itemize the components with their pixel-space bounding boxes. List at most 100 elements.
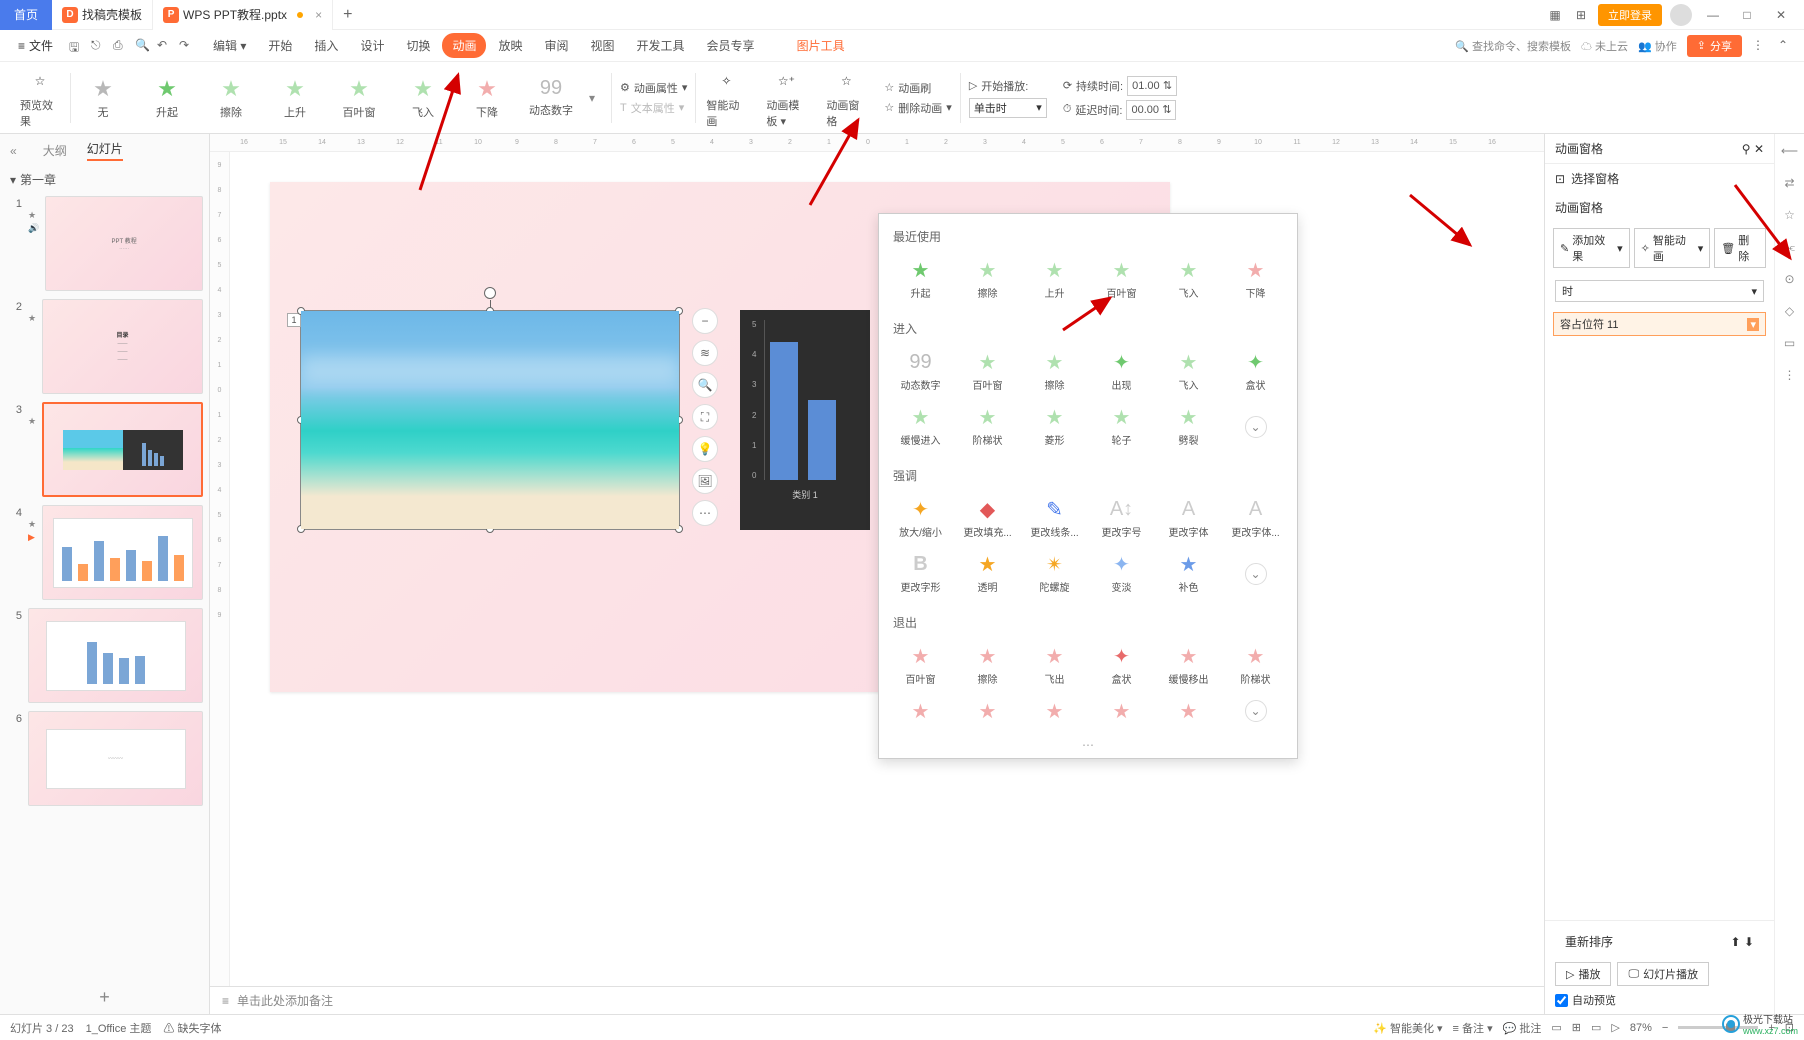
maximize-button[interactable]: □ (1734, 8, 1760, 22)
search-command[interactable]: 🔍 查找命令、搜索模板 (1455, 38, 1571, 54)
redo-icon[interactable]: ↷ (179, 38, 195, 54)
close-button[interactable]: ✕ (1768, 8, 1794, 22)
animation-list-item[interactable]: 容占位符 11▾ (1553, 312, 1766, 336)
effect-line[interactable]: ✎更改线条... (1021, 494, 1088, 543)
thumbnail-5[interactable] (28, 608, 203, 703)
rotate-handle[interactable] (484, 287, 496, 299)
exit-stairs[interactable]: ★阶梯状 (1222, 641, 1289, 690)
anim-numbers[interactable]: 99动态数字 (525, 78, 577, 118)
strip-settings-icon[interactable]: ⟵ (1781, 142, 1799, 160)
effect-fontsize[interactable]: A↕更改字号 (1088, 494, 1155, 543)
anim-flyin[interactable]: ★飞入 (397, 76, 449, 120)
home-tab[interactable]: 首页 (0, 0, 52, 30)
menu-transition[interactable]: 切换 (396, 33, 440, 58)
view-reading-icon[interactable]: ▭ (1591, 1021, 1601, 1034)
add-effect-button[interactable]: ✎ 添加效果 ▾ (1553, 228, 1630, 268)
exit-blinds[interactable]: ★百叶窗 (887, 641, 954, 690)
anim-wipe[interactable]: ★擦除 (205, 76, 257, 120)
export-icon[interactable]: ⎋ (91, 38, 107, 54)
zoom-icon[interactable]: 🔍 (692, 372, 718, 398)
file-menu[interactable]: ≡ 文件 (10, 37, 61, 54)
slide-canvas[interactable]: 1 − (270, 182, 1170, 692)
strip-anim-icon[interactable]: ☆ (1781, 206, 1799, 224)
collapse-icon[interactable]: « (10, 144, 17, 158)
thumbnail-6[interactable]: 〰〰〰 (28, 711, 203, 806)
login-button[interactable]: 立即登录 (1598, 4, 1662, 26)
effect-rise[interactable]: ★升起 (887, 255, 954, 304)
tab-document[interactable]: P WPS PPT教程.pptx × (153, 0, 333, 30)
effect-numbers[interactable]: 99动态数字 (887, 347, 954, 396)
more-tool-icon[interactable]: ⋯ (692, 500, 718, 526)
menu-view[interactable]: 视图 (581, 33, 625, 58)
effect-fontshape[interactable]: B更改字形 (887, 549, 954, 598)
avatar[interactable] (1670, 4, 1692, 26)
share-button[interactable]: ⇪ 分享 (1687, 35, 1742, 57)
delete-effect-button[interactable]: 🗑 删除 (1714, 228, 1766, 268)
anim-rise[interactable]: ★升起 (141, 76, 193, 120)
exit-wipe[interactable]: ★擦除 (954, 641, 1021, 690)
collapse-ribbon-icon[interactable]: ⌃ (1778, 38, 1794, 54)
missing-font-warn[interactable]: ⚠ 缺失字体 (163, 1020, 221, 1036)
effect-appear[interactable]: ✦出现 (1088, 347, 1155, 396)
chapter-heading[interactable]: ▾ 第一章 (0, 167, 209, 192)
notes-placeholder[interactable]: 单击此处添加备注 (237, 992, 333, 1009)
replace-icon[interactable]: 🖼 (692, 468, 718, 494)
layout-icon[interactable]: ▦ (1546, 6, 1564, 24)
delay-spinner[interactable]: 00.00⇅ (1126, 100, 1176, 120)
effect-fill[interactable]: ◆更改填充... (954, 494, 1021, 543)
more-icon[interactable]: ⋮ (1752, 38, 1768, 54)
strip-more-icon[interactable]: ⊙ (1781, 270, 1799, 288)
strip-filter-icon[interactable]: ⇄ (1781, 174, 1799, 192)
thumbnail-4[interactable] (42, 505, 203, 600)
save-icon[interactable]: 🖫 (69, 38, 85, 54)
effect-font[interactable]: A更改字体 (1155, 494, 1222, 543)
menu-animation[interactable]: 动画 (442, 33, 486, 58)
animation-pane-button[interactable]: ☆动画窗格 (816, 67, 876, 129)
effect-split[interactable]: ★劈裂 (1155, 402, 1222, 451)
smart-animation-button[interactable]: ✧智能动画 (696, 67, 756, 129)
effect-flyin2[interactable]: ★飞入 (1155, 347, 1222, 396)
select-pane-link[interactable]: ⊡ 选择窗格 (1545, 164, 1774, 193)
effect-complement[interactable]: ★补色 (1155, 549, 1222, 598)
zoom-value[interactable]: 87% (1630, 1022, 1652, 1034)
comments-toggle[interactable]: 💬 批注 (1503, 1020, 1542, 1036)
item-menu-icon[interactable]: ▾ (1747, 318, 1759, 331)
preview-icon[interactable]: 🔍 (135, 38, 151, 54)
strip-book-icon[interactable]: ▭ (1781, 334, 1799, 352)
print-icon[interactable]: ⎙ (113, 38, 129, 54)
minus-button[interactable]: − (692, 308, 718, 334)
menu-member[interactable]: 会员专享 (697, 33, 765, 58)
thumbnail-1[interactable]: PPT 教程…… (45, 196, 203, 291)
undo-icon[interactable]: ↶ (157, 38, 173, 54)
menu-review[interactable]: 审阅 (535, 33, 579, 58)
anim-properties[interactable]: ⚙ 动画属性 ▾ (620, 80, 687, 96)
selected-image[interactable]: 1 (300, 310, 680, 530)
effect-zoom[interactable]: ✦放大/缩小 (887, 494, 954, 543)
exit-box[interactable]: ✦盒状 (1088, 641, 1155, 690)
anim-descend[interactable]: ★下降 (461, 76, 513, 120)
gallery-dropdown-button[interactable]: ▾ (589, 91, 605, 105)
pin-icon[interactable]: ⚲ (1742, 142, 1751, 156)
slides-tab[interactable]: 幻灯片 (87, 140, 123, 161)
menu-insert[interactable]: 插入 (304, 33, 348, 58)
effect-wipe[interactable]: ★擦除 (954, 255, 1021, 304)
effect-box[interactable]: ✦盒状 (1222, 347, 1289, 396)
animation-gallery[interactable]: ★无 ★升起 ★擦除 ★上升 ★百叶窗 ★飞入 ★下降 99动态数字 ▾ (71, 76, 611, 120)
strip-link-icon[interactable]: ⫘ (1781, 238, 1799, 256)
outline-tab[interactable]: 大纲 (43, 142, 67, 159)
strip-dots-icon[interactable]: ⋮ (1781, 366, 1799, 384)
thumbnail-2[interactable]: 目录—————— (42, 299, 203, 394)
text-properties[interactable]: T 文本属性 ▾ (620, 100, 687, 116)
trigger-combo[interactable]: 单击时▾ (969, 98, 1047, 118)
exit-flyout[interactable]: ★飞出 (1021, 641, 1088, 690)
thumbnail-3[interactable] (42, 402, 203, 497)
zoom-out-icon[interactable]: − (1662, 1022, 1668, 1034)
effect-transparent[interactable]: ★透明 (954, 549, 1021, 598)
slideshow-button[interactable]: 🖵 幻灯片播放 (1617, 962, 1709, 986)
collab-button[interactable]: 👥 协作 (1638, 38, 1677, 54)
trigger-select[interactable]: 时▾ (1555, 280, 1764, 302)
smart-anim-button[interactable]: ✧ 智能动画 ▾ (1634, 228, 1711, 268)
edit-dropdown[interactable]: 编辑 ▾ (203, 33, 256, 58)
effect-flyin[interactable]: ★飞入 (1155, 255, 1222, 304)
move-up-icon[interactable]: ⬆ (1731, 935, 1741, 949)
